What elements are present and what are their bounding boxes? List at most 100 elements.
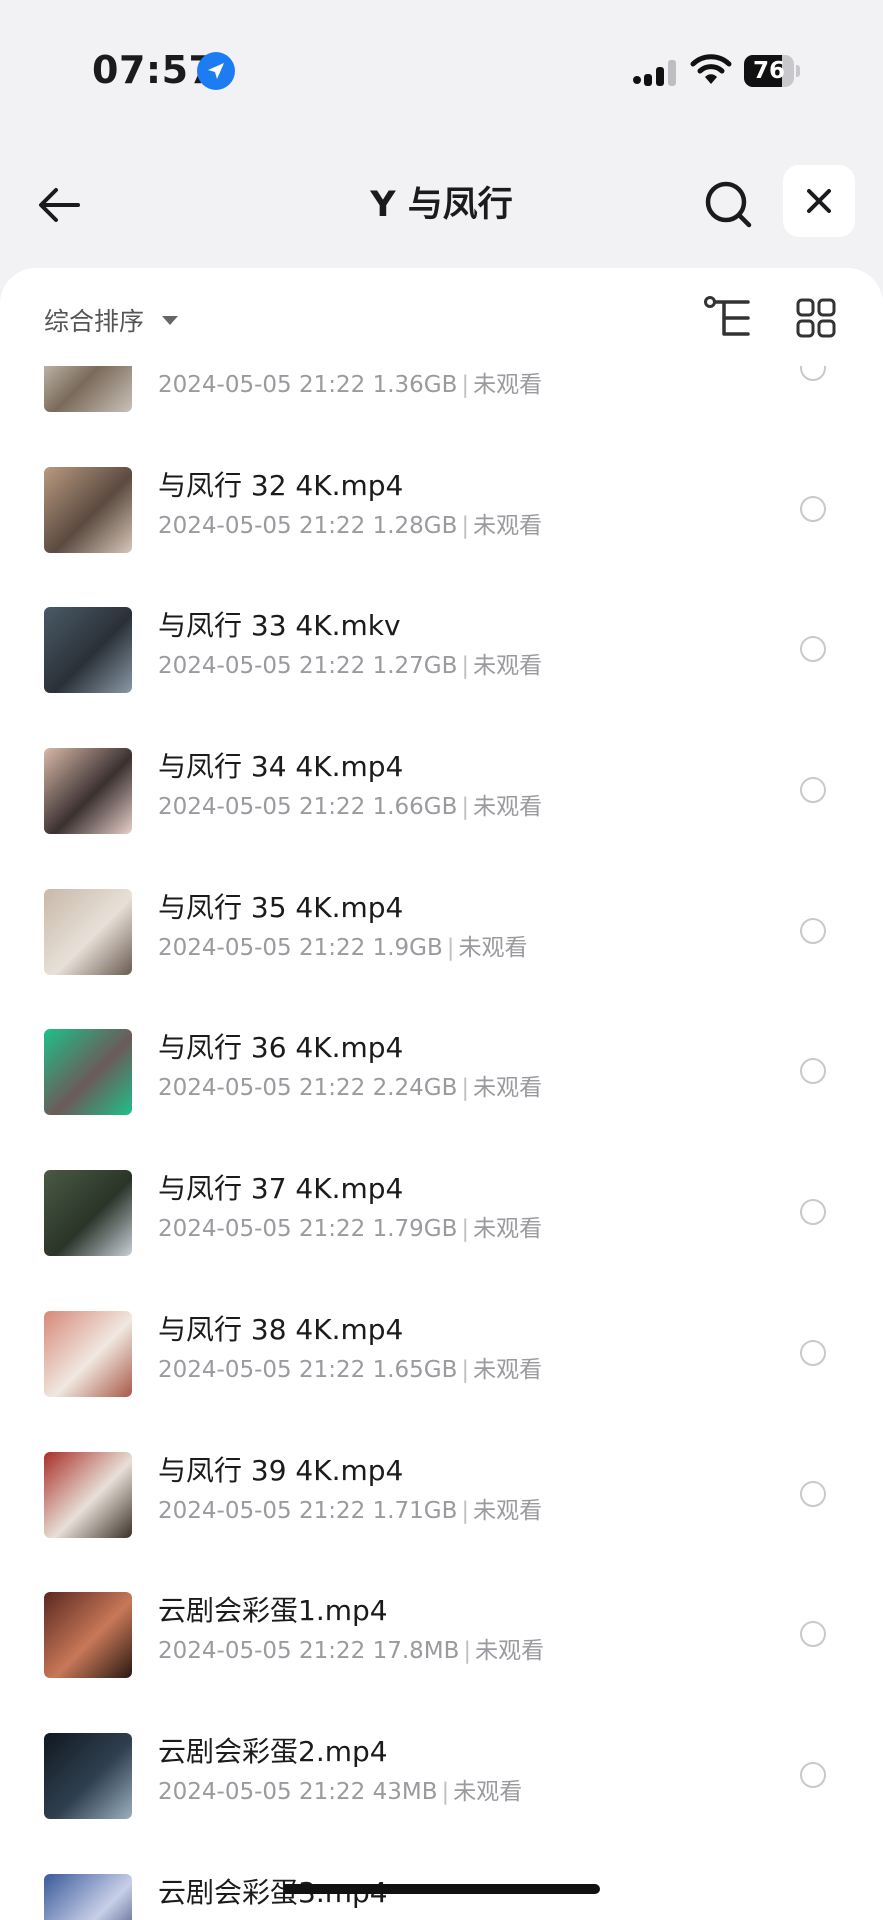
sort-label: 综合排序 [44,307,145,336]
file-date: 2024-05-05 21:22 [158,1356,366,1383]
home-indicator[interactable] [283,1884,600,1894]
file-list-item[interactable]: 与凤行 32 4K.mp4 2024-05-05 21:22 1.28GB | 未观看 [0,433,883,574]
select-radio[interactable] [800,1199,826,1226]
select-radio[interactable] [800,1621,826,1648]
file-list-item[interactable]: 与凤行 36 4K.mp4 2024-05-05 21:22 2.24GB | 未观看 [0,995,883,1136]
file-name: 与凤行 32 4K.mp4 [158,468,404,502]
select-radio[interactable] [800,777,826,804]
file-date: 2024-05-05 21:22 [158,653,366,680]
close-button[interactable] [783,165,855,237]
watch-status: 未观看 [475,1638,545,1665]
file-meta: 2024-05-05 21:22 17.8MB | 未观看 [158,1634,544,1668]
file-name: 云剧会彩蛋2.mp4 [158,1734,388,1768]
meta-separator: | [461,1497,470,1524]
cellular-signal-icon [633,60,676,86]
file-list-item[interactable]: 与凤行 35 4K.mp4 2024-05-05 21:22 1.9GB | 未观看 [0,855,883,996]
file-meta: 2024-05-05 21:22 1.9GB | 未观看 [158,931,528,965]
location-arrow-icon [197,52,235,90]
select-radio[interactable] [800,1058,826,1085]
select-radio[interactable] [800,1761,826,1788]
close-icon [807,189,831,213]
video-thumbnail [44,1029,132,1116]
file-date: 2024-05-05 21:22 [158,934,366,961]
video-thumbnail [44,1873,132,1920]
file-date: 2024-05-05 21:22 [158,1075,366,1102]
video-thumbnail [44,888,132,975]
battery-icon: 76 [744,55,800,87]
file-size: 2.24GB [372,1075,458,1102]
file-meta: 2024-05-05 21:22 1.28GB | 未观看 [158,509,542,543]
file-size: 1.79GB [372,1216,458,1243]
file-list-item[interactable]: 云剧会彩蛋3.mp4 [0,1840,883,1920]
select-radio[interactable] [800,1480,826,1507]
file-browser-sheet: 综合排序 与凤行 31 4K.mp42024-05-05 21:22 1.36G… [0,268,883,1920]
grid-view-icon[interactable] [796,298,836,338]
file-size: 43MB [372,1778,438,1805]
file-name: 与凤行 36 4K.mp4 [158,1031,404,1065]
meta-separator: | [461,653,470,680]
watch-status: 未观看 [473,1497,543,1524]
file-size: 1.36GB [372,372,458,398]
watch-status: 未观看 [473,653,543,680]
meta-separator: | [461,1075,470,1102]
meta-separator: | [441,1778,450,1805]
watch-status: 未观看 [473,1356,543,1383]
file-size: 1.71GB [372,1497,458,1524]
select-radio[interactable] [800,636,826,663]
file-name: 云剧会彩蛋1.mp4 [158,1594,388,1628]
file-name: 与凤行 38 4K.mp4 [158,1312,404,1346]
caret-down-icon [162,315,179,325]
video-thumbnail [44,748,132,835]
file-meta: 2024-05-05 21:22 1.79GB | 未观看 [158,1212,542,1246]
file-list-item[interactable]: 与凤行 33 4K.mkv 2024-05-05 21:22 1.27GB | 未观看 [0,573,883,714]
file-list-item[interactable]: 云剧会彩蛋2.mp4 2024-05-05 21:22 43MB | 未观看 [0,1699,883,1840]
video-thumbnail [44,1170,132,1257]
sort-dropdown[interactable]: 综合排序 [44,300,179,340]
video-thumbnail [44,466,132,553]
file-list-item[interactable]: 与凤行 39 4K.mp4 2024-05-05 21:22 1.71GB | 未观看 [0,1418,883,1559]
video-thumbnail [44,1592,132,1679]
meta-separator: | [461,1216,470,1243]
file-name: 与凤行 33 4K.mkv [158,609,401,643]
video-thumbnail [44,1451,132,1538]
search-icon[interactable] [703,179,755,231]
watch-status: 未观看 [473,1216,543,1243]
file-list-item[interactable]: 与凤行 34 4K.mp4 2024-05-05 21:22 1.66GB | 未观看 [0,714,883,855]
file-meta: 2024-05-05 21:22 43MB | 未观看 [158,1775,522,1809]
file-date: 2024-05-05 21:22 [158,1497,366,1524]
meta-separator: | [446,934,455,961]
file-meta: 2024-05-05 21:22 1.66GB | 未观看 [158,790,542,824]
select-radio[interactable] [800,917,826,944]
file-meta: 2024-05-05 21:22 1.65GB | 未观看 [158,1353,542,1387]
file-name: 与凤行 34 4K.mp4 [158,750,404,784]
tree-view-icon[interactable] [704,296,752,340]
file-name: 与凤行 39 4K.mp4 [158,1453,404,1487]
file-meta: 2024-05-05 21:22 2.24GB | 未观看 [158,1071,542,1105]
video-thumbnail [44,1732,132,1819]
file-list-item[interactable]: 与凤行 38 4K.mp4 2024-05-05 21:22 1.65GB | 未观看 [0,1277,883,1418]
watch-status: 未观看 [473,794,543,821]
file-name: 与凤行 37 4K.mp4 [158,1172,404,1206]
file-date: 2024-05-05 21:22 [158,1778,366,1805]
file-list-item[interactable]: 与凤行 37 4K.mp4 2024-05-05 21:22 1.79GB | 未观看 [0,1136,883,1277]
watch-status: 未观看 [458,934,528,961]
select-radio[interactable] [800,495,826,522]
file-date: 2024-05-05 21:22 [158,1216,366,1243]
file-meta: 2024-05-05 21:22 1.36GB | 未观看 [158,368,542,402]
file-size: 17.8MB [372,1638,460,1665]
file-date: 2024-05-05 21:22 [158,372,366,398]
file-size: 1.27GB [372,653,458,680]
file-date: 2024-05-05 21:22 [158,512,366,539]
status-bar: 07:57 76 [0,0,883,140]
nav-bar: Y 与凤行 [0,160,883,250]
file-size: 1.28GB [372,512,458,539]
select-radio[interactable] [800,1339,826,1366]
file-list: 与凤行 31 4K.mp42024-05-05 21:22 1.36GB|未观看… [0,326,883,1920]
file-size: 1.66GB [372,794,458,821]
meta-separator: | [461,1356,470,1383]
watch-status: 未观看 [453,1778,523,1805]
wifi-icon [690,54,732,84]
file-list-item[interactable]: 云剧会彩蛋1.mp4 2024-05-05 21:22 17.8MB | 未观看 [0,1558,883,1699]
meta-separator: | [461,794,470,821]
battery-level: 76 [752,58,785,84]
